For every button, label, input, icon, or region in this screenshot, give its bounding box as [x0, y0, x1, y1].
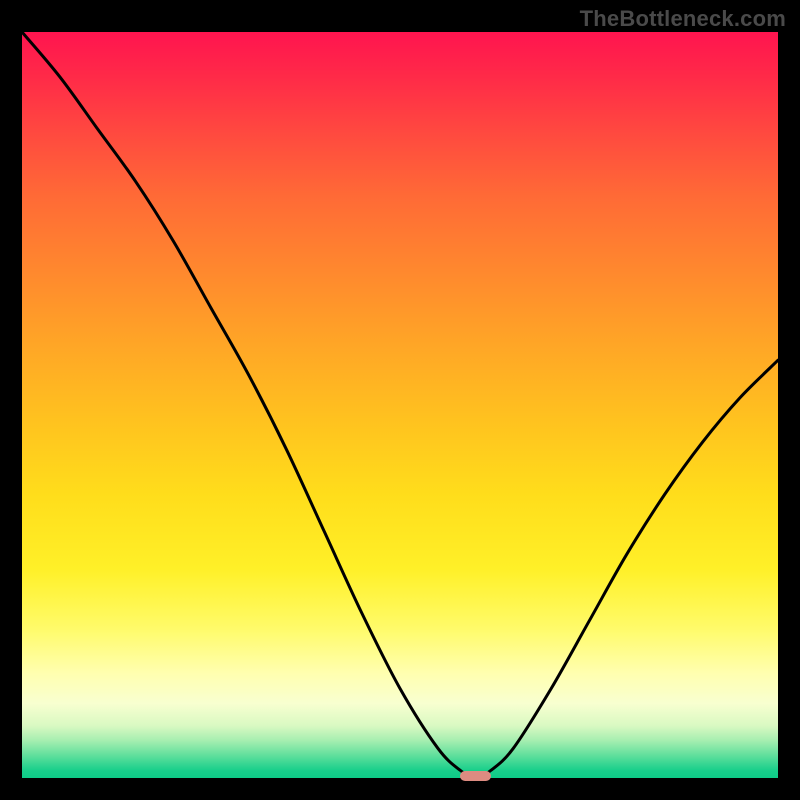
watermark-text: TheBottleneck.com [580, 6, 786, 32]
optimum-marker [460, 771, 490, 781]
plot-area [22, 32, 778, 778]
chart-frame: TheBottleneck.com [0, 0, 800, 800]
curve-path [22, 32, 778, 778]
bottleneck-curve [22, 32, 778, 778]
